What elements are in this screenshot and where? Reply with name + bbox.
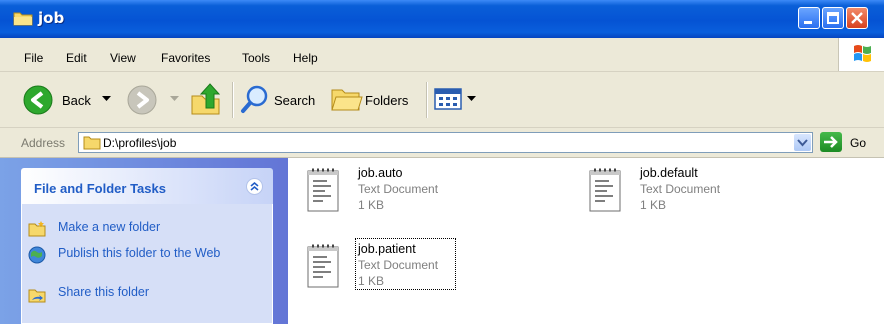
publish-folder-link[interactable]: Publish this folder to the Web bbox=[58, 246, 248, 261]
toolbar: Back Search Folders bbox=[0, 72, 884, 128]
file-list: job.auto Text Document 1 KB job.default … bbox=[288, 158, 884, 324]
chevron-down-icon[interactable] bbox=[170, 96, 179, 102]
share-folder-icon bbox=[28, 289, 46, 303]
publish-web-icon bbox=[28, 246, 46, 264]
address-label: Address bbox=[21, 136, 66, 150]
chevron-up-double-icon bbox=[250, 181, 259, 191]
forward-button[interactable] bbox=[126, 72, 182, 128]
close-button[interactable] bbox=[846, 7, 868, 29]
search-label: Search bbox=[274, 93, 316, 108]
chevron-down-icon[interactable] bbox=[467, 96, 476, 102]
file-name: job.patient bbox=[358, 242, 416, 256]
file-size: 1 KB bbox=[358, 274, 385, 288]
address-bar: Address D:\profiles\job Go bbox=[0, 128, 884, 158]
explorer-window: job File Edit View Favorites Tools Help bbox=[0, 0, 884, 324]
chevron-down-icon bbox=[797, 139, 808, 147]
task-panel-header[interactable]: File and Folder Tasks bbox=[21, 168, 273, 204]
windows-flag-icon bbox=[854, 45, 871, 62]
text-document-icon bbox=[589, 168, 621, 212]
views-icon bbox=[434, 88, 462, 110]
file-name: job.auto bbox=[358, 166, 403, 180]
forward-arrow-icon bbox=[127, 85, 157, 115]
search-icon bbox=[241, 85, 268, 113]
folders-button[interactable]: Folders bbox=[330, 72, 422, 128]
toolbar-separator bbox=[426, 82, 428, 118]
new-folder-icon bbox=[28, 221, 46, 237]
back-button[interactable]: Back bbox=[22, 72, 132, 128]
file-size: 1 KB bbox=[640, 198, 667, 212]
share-folder-link[interactable]: Share this folder bbox=[58, 285, 149, 300]
menu-tools[interactable]: Tools bbox=[242, 51, 270, 65]
go-label[interactable]: Go bbox=[850, 136, 866, 150]
menu-file[interactable]: File bbox=[24, 51, 43, 65]
minimize-icon bbox=[804, 21, 812, 24]
back-arrow-icon bbox=[23, 85, 53, 115]
file-type: Text Document bbox=[358, 182, 439, 196]
minimize-button[interactable] bbox=[798, 7, 820, 29]
window-title: job bbox=[38, 9, 65, 27]
maximize-button[interactable] bbox=[822, 7, 844, 29]
chevron-down-icon[interactable] bbox=[102, 96, 111, 102]
title-bar[interactable]: job bbox=[0, 0, 884, 38]
views-button[interactable] bbox=[434, 72, 478, 128]
file-name: job.default bbox=[640, 166, 698, 180]
maximize-icon bbox=[827, 12, 839, 24]
task-pane: File and Folder Tasks Make a new folder … bbox=[0, 158, 288, 324]
menu-bar: File Edit View Favorites Tools Help bbox=[0, 38, 884, 72]
file-type: Text Document bbox=[640, 182, 721, 196]
close-icon bbox=[851, 12, 863, 24]
text-document-icon bbox=[307, 168, 339, 212]
folder-icon bbox=[13, 12, 33, 26]
menu-favorites[interactable]: Favorites bbox=[161, 51, 210, 65]
up-folder-icon bbox=[191, 83, 221, 115]
address-input[interactable]: D:\profiles\job bbox=[78, 132, 813, 153]
folders-label: Folders bbox=[365, 93, 409, 108]
windows-logo bbox=[838, 38, 884, 71]
menu-help[interactable]: Help bbox=[293, 51, 318, 65]
toolbar-separator bbox=[232, 82, 234, 118]
folder-icon bbox=[83, 136, 101, 150]
go-arrow-icon bbox=[824, 136, 838, 148]
address-dropdown-button[interactable] bbox=[794, 134, 811, 151]
address-path: D:\profiles\job bbox=[103, 136, 177, 150]
menu-edit[interactable]: Edit bbox=[66, 51, 87, 65]
search-button[interactable]: Search bbox=[240, 72, 328, 128]
file-size: 1 KB bbox=[358, 198, 385, 212]
back-label: Back bbox=[62, 93, 91, 108]
make-new-folder-link[interactable]: Make a new folder bbox=[58, 220, 160, 235]
up-folder-button[interactable] bbox=[190, 72, 224, 128]
menu-view[interactable]: View bbox=[110, 51, 136, 65]
collapse-button[interactable] bbox=[246, 178, 263, 195]
task-panel-title: File and Folder Tasks bbox=[34, 181, 166, 196]
file-type: Text Document bbox=[358, 258, 439, 272]
text-document-icon bbox=[307, 244, 339, 288]
folders-icon bbox=[331, 89, 363, 111]
go-button[interactable] bbox=[820, 132, 842, 152]
